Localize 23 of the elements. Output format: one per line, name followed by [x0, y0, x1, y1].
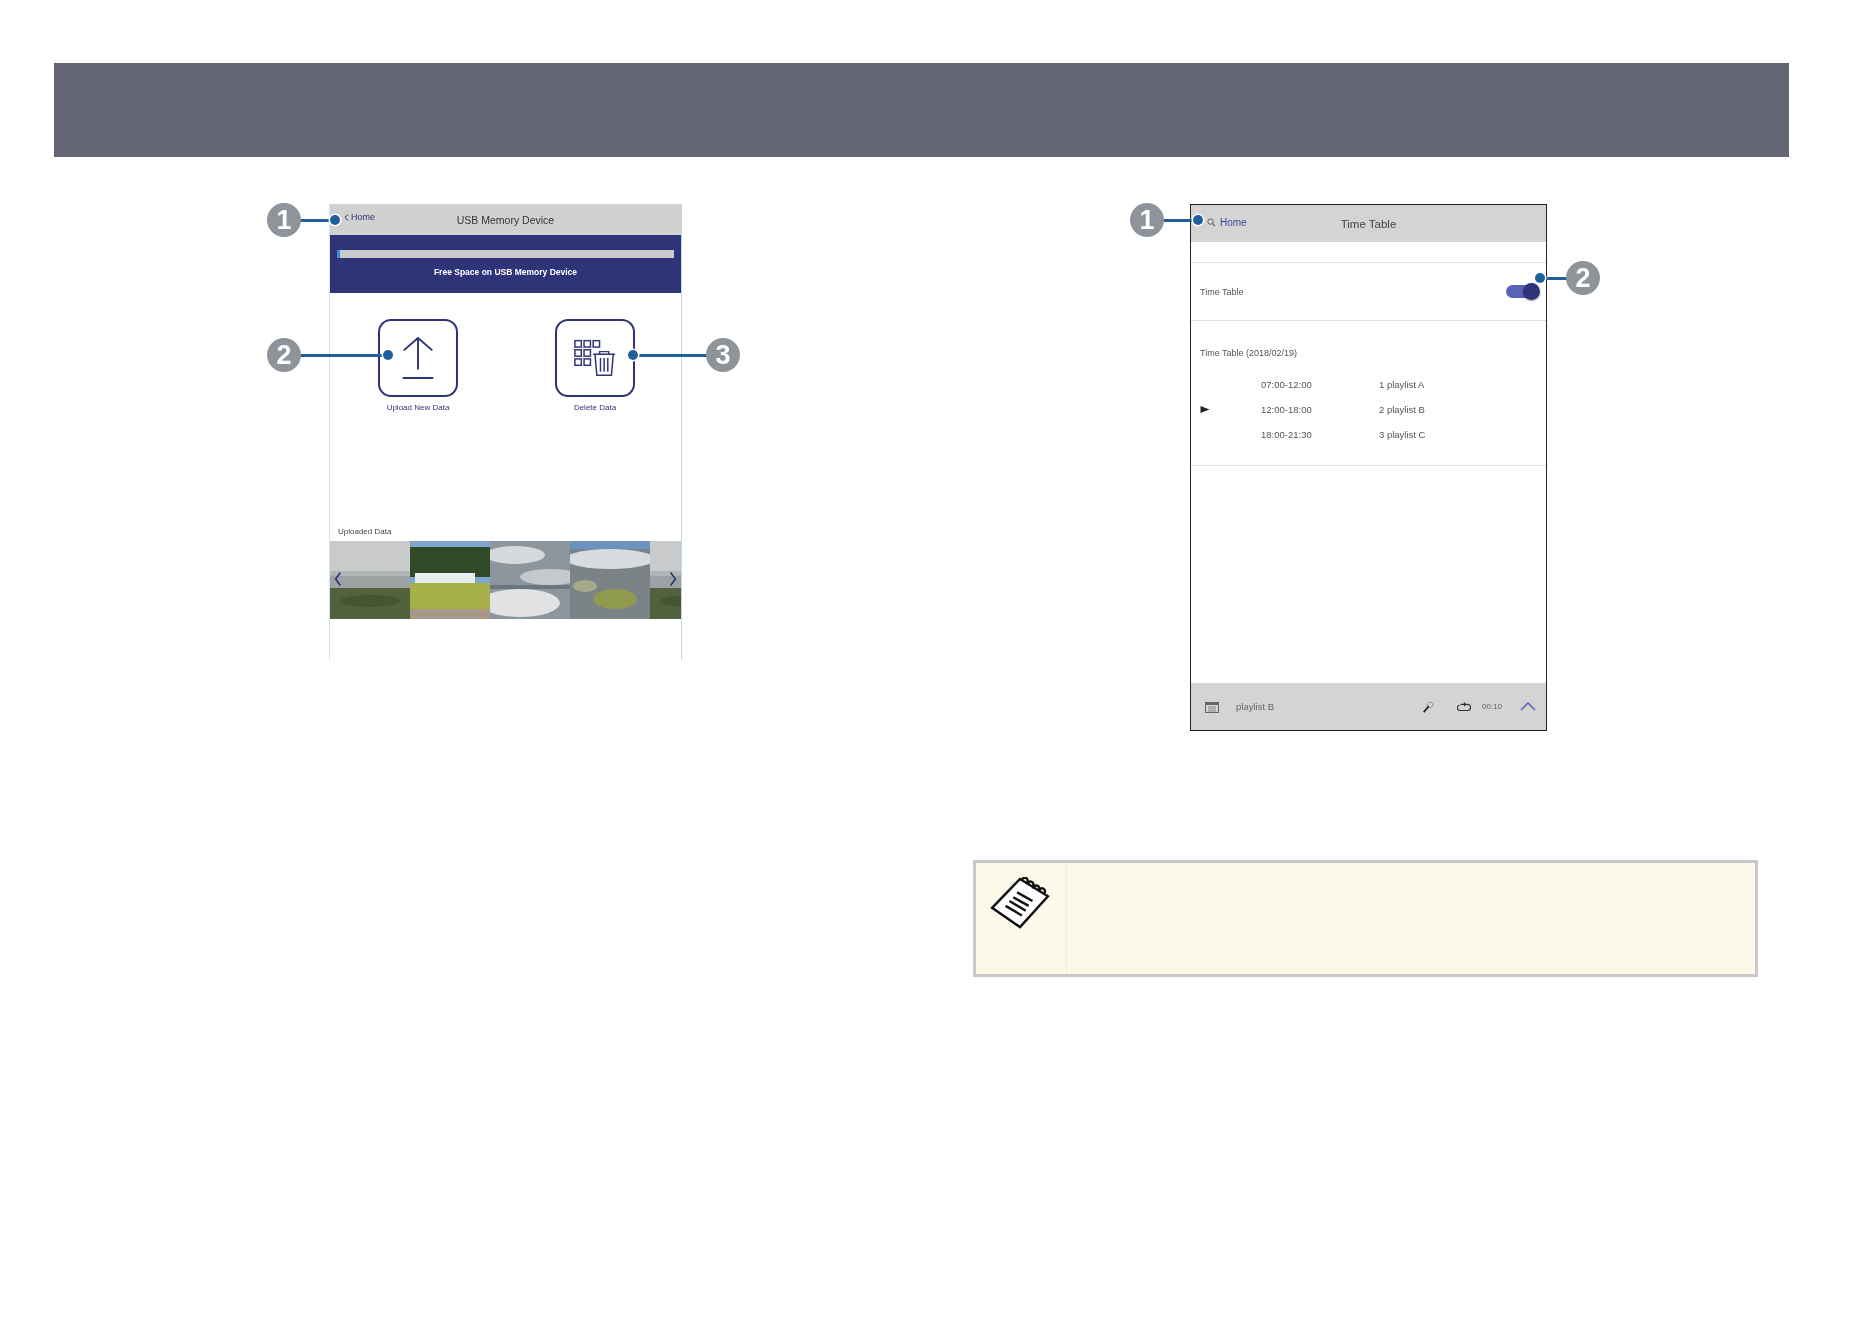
home-link[interactable]: Home	[1220, 217, 1247, 228]
time-range: 07:00-12:00	[1261, 379, 1313, 390]
section-heading: Time Table (2018/02/19)	[1200, 348, 1299, 358]
action-label: Upload New Data	[386, 403, 450, 412]
screen-title: Time Table	[1340, 217, 1397, 230]
playlist-name: 1 playlist A	[1379, 379, 1425, 390]
time-range: 18:00-21:30	[1261, 429, 1313, 440]
free-space-label: Free Space on USB Memory Device	[433, 267, 578, 277]
section-heading: Uploaded Data	[338, 527, 393, 536]
callout-number: 1	[267, 203, 301, 237]
screen-title: USB Memory Device	[456, 213, 555, 226]
playlist-name: 2 playlist B	[1379, 404, 1425, 415]
time-range: 12:00-18:00	[1261, 404, 1313, 415]
callout-number: 2	[1566, 261, 1600, 295]
playlist-name: 3 playlist C	[1379, 429, 1426, 440]
action-label: Delete Data	[573, 403, 617, 412]
home-link[interactable]: Home	[344, 212, 375, 222]
callout-number: 2	[267, 338, 301, 372]
callout-number: 3	[706, 338, 740, 372]
callout-number: 1	[1130, 203, 1164, 237]
duration: 00:10	[1481, 702, 1502, 711]
setting-label: Time Table	[1200, 286, 1244, 297]
current-playlist: playlist B	[1236, 701, 1274, 712]
